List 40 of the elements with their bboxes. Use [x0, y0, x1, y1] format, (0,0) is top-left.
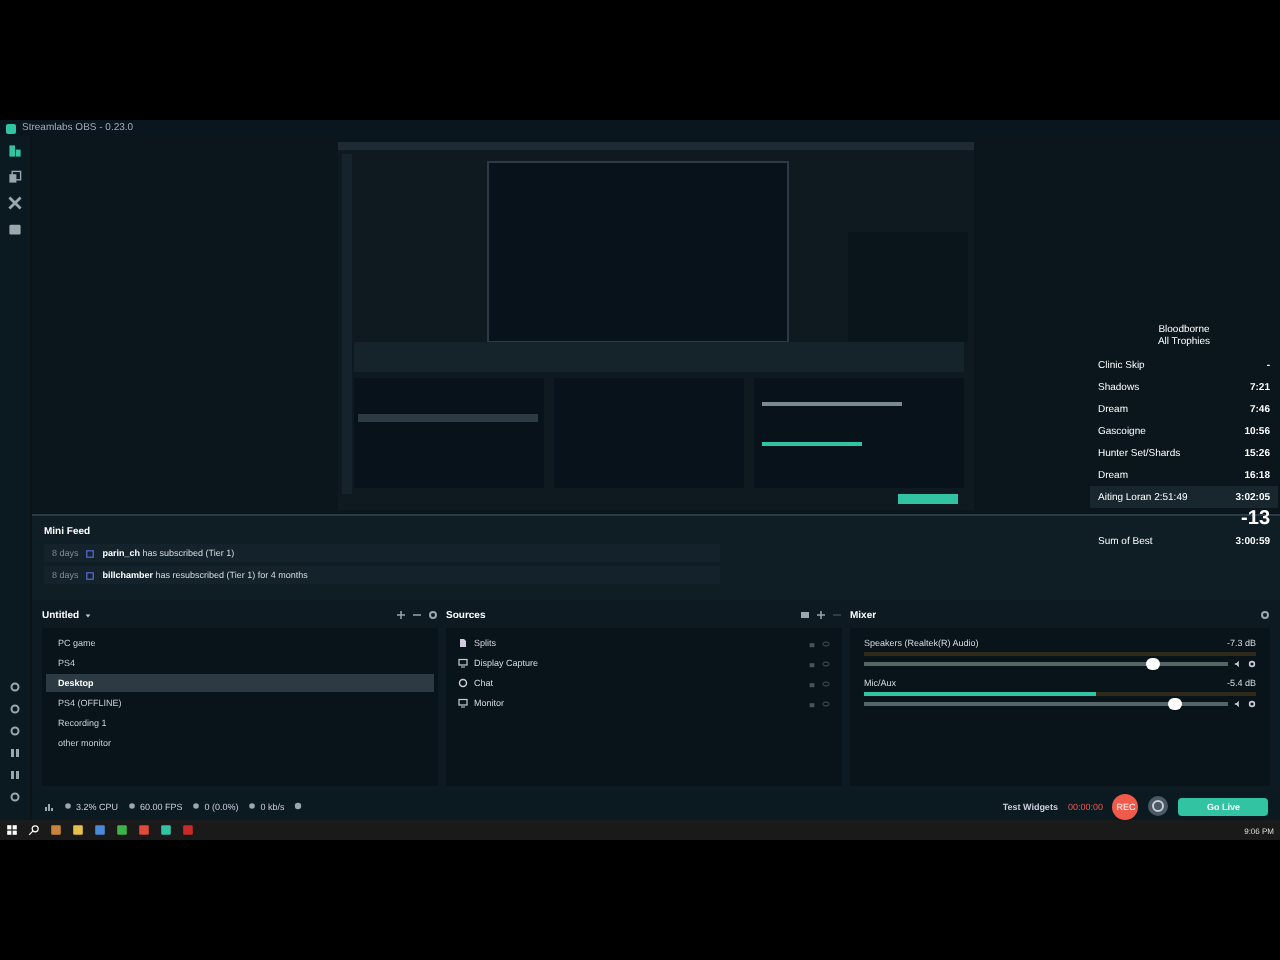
settings-icon[interactable] — [1248, 660, 1256, 669]
settings-icon[interactable] — [10, 682, 20, 692]
settings-icon[interactable] — [10, 792, 20, 802]
themes-icon[interactable] — [8, 170, 22, 184]
info-icon[interactable] — [294, 802, 303, 811]
split-delta: -13 — [1239, 508, 1272, 530]
add-icon[interactable] — [396, 610, 406, 621]
speaker-icon[interactable] — [1234, 660, 1242, 669]
volume-slider-thumb[interactable] — [1145, 658, 1160, 671]
studio-icon[interactable] — [8, 144, 22, 158]
settings-icon[interactable] — [10, 726, 20, 736]
replay-icon[interactable] — [1148, 796, 1169, 817]
grid-icon[interactable] — [10, 748, 20, 758]
columns-icon[interactable] — [10, 770, 20, 780]
user-icon — [86, 571, 95, 580]
monitor-icon — [458, 698, 468, 709]
stat-icon — [192, 802, 201, 811]
tools-icon[interactable] — [8, 196, 22, 210]
add-icon[interactable] — [816, 610, 826, 621]
stat-icon — [64, 802, 72, 811]
store-icon[interactable] — [8, 222, 22, 236]
stat-icon — [248, 802, 257, 811]
volume-slider-thumb[interactable] — [1167, 698, 1182, 711]
help-icon[interactable] — [10, 704, 20, 714]
settings-icon[interactable] — [1260, 610, 1270, 621]
stats-icon[interactable] — [44, 801, 54, 812]
stat-icon — [128, 802, 137, 811]
settings-icon[interactable] — [428, 610, 438, 621]
caret-icon — [83, 611, 92, 620]
file-icon — [458, 638, 468, 649]
remove-icon[interactable] — [412, 610, 422, 621]
folder-icon[interactable] — [800, 610, 810, 621]
globe-icon — [458, 678, 468, 689]
search-icon[interactable] — [28, 824, 40, 836]
settings-icon[interactable] — [1248, 700, 1256, 709]
user-icon — [86, 549, 95, 558]
monitor-icon — [458, 658, 468, 669]
app-logo-icon — [6, 123, 16, 133]
speaker-icon[interactable] — [1234, 700, 1242, 709]
windows-start-icon[interactable] — [6, 824, 18, 836]
